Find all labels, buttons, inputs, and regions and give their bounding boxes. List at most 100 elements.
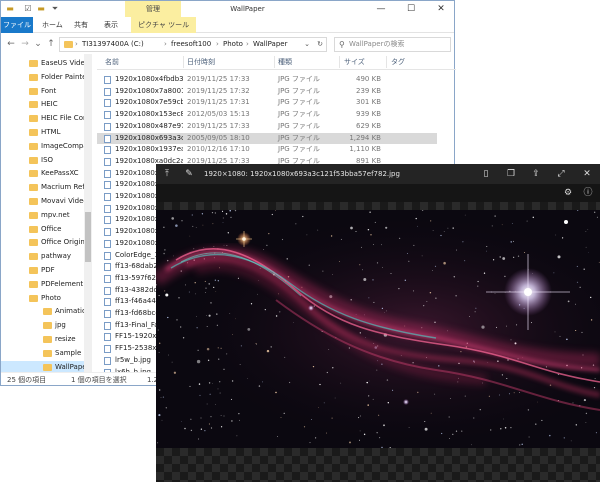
address-dropdown-icon[interactable]: ⌄: [304, 38, 310, 51]
folder-icon: [29, 184, 38, 192]
nav-item[interactable]: EaseUS Video: [1, 57, 91, 70]
tab-file[interactable]: ファイル: [1, 17, 33, 33]
tab-picture-tools[interactable]: ピクチャ ツール: [131, 17, 197, 33]
nav-item[interactable]: Office Origina: [1, 236, 91, 249]
nav-item[interactable]: Sample Pictu: [1, 347, 91, 360]
star: [223, 415, 225, 417]
nav-item[interactable]: Photo: [1, 292, 91, 305]
column-tag[interactable]: タグ: [391, 54, 405, 70]
gear-icon[interactable]: ⚙: [561, 186, 575, 200]
star: [373, 301, 375, 303]
star: [221, 210, 224, 212]
pin-icon[interactable]: ✎: [182, 167, 196, 181]
star: [408, 260, 410, 262]
star: [464, 214, 466, 216]
search-input[interactable]: ⚲ WallPaperの検索: [334, 37, 451, 52]
up-arrow-icon[interactable]: ↑: [45, 38, 57, 50]
expand-icon[interactable]: ⤒: [160, 167, 174, 181]
image-file-icon: [104, 356, 111, 365]
nav-item-label: EaseUS Video: [41, 59, 90, 67]
star: [214, 212, 217, 214]
breadcrumb-freesoft100[interactable]: freesoft100: [171, 38, 211, 51]
share-icon[interactable]: ⇪: [529, 167, 543, 181]
star: [358, 417, 360, 419]
file-row[interactable]: 1920x1080x4fbdb34... 2019/11/25 17:33 JPG …: [97, 74, 437, 85]
forward-arrow-icon[interactable]: →: [19, 38, 31, 50]
nav-item[interactable]: pathway: [1, 250, 91, 263]
close-button[interactable]: ✕: [426, 1, 456, 17]
star: [387, 402, 389, 404]
star: [562, 237, 564, 239]
tab-share[interactable]: 共有: [67, 17, 95, 33]
star: [279, 311, 281, 313]
nav-item[interactable]: Office: [1, 223, 91, 236]
star: [481, 325, 485, 329]
star: [359, 264, 361, 266]
address-bar[interactable]: › TI31397400A (C:) › freesoft100 › Photo…: [59, 37, 327, 52]
folder-icon: [29, 156, 38, 164]
nav-item[interactable]: Movavi Video: [1, 195, 91, 208]
maximize-button[interactable]: ☐: [396, 1, 426, 17]
nav-item[interactable]: jpg: [1, 319, 91, 332]
column-name[interactable]: 名前: [105, 54, 119, 70]
nav-item[interactable]: HEIC: [1, 98, 91, 111]
nav-item[interactable]: HEIC File Conv: [1, 112, 91, 125]
nav-scrollbar[interactable]: [84, 54, 92, 372]
breadcrumb-drive[interactable]: TI31397400A (C:): [82, 38, 144, 51]
column-type[interactable]: 種類: [278, 54, 292, 70]
nav-item[interactable]: resize: [1, 333, 91, 346]
file-size: 1,110 KB: [349, 145, 381, 154]
star: [363, 433, 366, 436]
nav-item[interactable]: AnimationGi: [1, 305, 91, 318]
nav-item[interactable]: PDFelement 7: [1, 278, 91, 291]
nav-item[interactable]: WallPaper: [1, 360, 91, 372]
nav-item-label: PDF: [41, 266, 55, 274]
star: [288, 381, 291, 384]
nav-item[interactable]: Folder Painter: [1, 71, 91, 84]
star: [455, 249, 458, 251]
file-row[interactable]: 1920x1080x7e59cbb... 2019/11/25 17:31 JPG …: [97, 97, 437, 108]
star: [504, 275, 506, 278]
tab-view[interactable]: 表示: [97, 17, 125, 33]
star: [488, 395, 490, 397]
minimize-button[interactable]: —: [366, 1, 396, 17]
image-file-icon: [104, 181, 111, 190]
nav-item[interactable]: Macrium Refle: [1, 181, 91, 194]
nav-item[interactable]: mpv.net: [1, 209, 91, 222]
file-row[interactable]: 1920x1080x1937ea2... 2010/12/16 17:10 JPG …: [97, 144, 437, 155]
copy-icon[interactable]: ❐: [504, 167, 518, 181]
file-row[interactable]: 1920x1080x153ec82... 2012/05/03 15:13 JPG …: [97, 109, 437, 120]
refresh-icon[interactable]: ↻: [317, 38, 323, 51]
nav-scrollbar-thumb[interactable]: [85, 212, 91, 262]
file-row[interactable]: 1920x1080x487e971... 2019/11/25 17:33 JPG …: [97, 121, 437, 132]
recent-dropdown-icon[interactable]: ⌄: [32, 38, 44, 50]
file-row[interactable]: 1920x1080x693a3c1... 2005/09/05 18:10 JPG …: [97, 132, 437, 144]
star: [266, 244, 268, 246]
star: [413, 244, 415, 246]
fullscreen-icon[interactable]: ⤢: [554, 167, 568, 181]
folder-icon: [29, 129, 38, 136]
nav-item-label: HTML: [41, 128, 61, 136]
nav-item[interactable]: HTML: [1, 126, 91, 139]
back-arrow-icon[interactable]: ←: [5, 38, 17, 50]
file-icon[interactable]: ▯: [479, 167, 493, 181]
breadcrumb-wallpaper[interactable]: WallPaper: [253, 38, 287, 51]
star: [239, 419, 241, 421]
folder-icon: [64, 41, 73, 48]
file-row[interactable]: 1920x1080x7a80013... 2019/11/25 17:32 JPG …: [97, 86, 437, 97]
tab-home[interactable]: ホーム: [35, 17, 70, 33]
column-date[interactable]: 日付時刻: [187, 54, 215, 70]
star: [440, 234, 442, 237]
nav-item[interactable]: PDF: [1, 264, 91, 277]
breadcrumb-photo[interactable]: Photo: [223, 38, 243, 51]
nav-item[interactable]: Font: [1, 85, 91, 98]
column-size[interactable]: サイズ: [344, 54, 365, 70]
close-icon[interactable]: ✕: [580, 167, 594, 181]
star: [549, 434, 551, 437]
nav-item[interactable]: ImageCompar: [1, 140, 91, 153]
nav-item[interactable]: ISO: [1, 154, 91, 167]
star: [213, 286, 215, 289]
star: [225, 213, 228, 215]
info-icon[interactable]: ⓘ: [581, 186, 595, 200]
nav-item[interactable]: KeePassXC: [1, 167, 91, 180]
